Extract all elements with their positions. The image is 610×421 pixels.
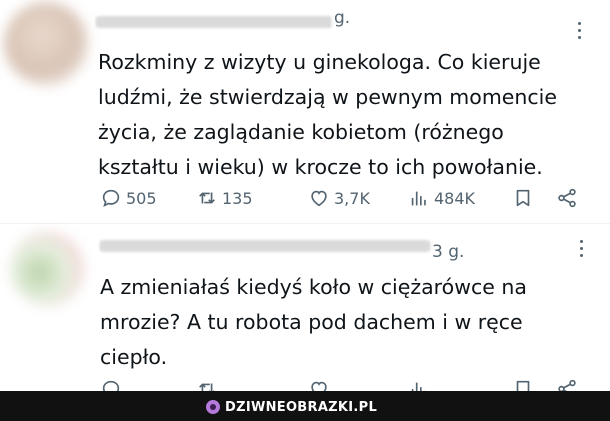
tweet-text: A zmieniałaś kiedyś koło w ciężarówce na… bbox=[100, 275, 527, 369]
analytics-icon bbox=[411, 191, 426, 206]
brand-logo-icon bbox=[206, 400, 220, 414]
tweet[interactable]: 3 g. A zmieniałaś kiedyś koło w ciężarów… bbox=[0, 226, 610, 399]
bookmark-icon bbox=[516, 189, 530, 207]
tweet[interactable]: g. Rozkminy z wizyty u ginekologa. Co ki… bbox=[0, 0, 610, 222]
retweet-count: 135 bbox=[222, 188, 253, 208]
divider bbox=[0, 223, 610, 224]
retweet-icon bbox=[199, 192, 215, 204]
reply-button[interactable]: 505 bbox=[100, 185, 157, 211]
bookmark-button[interactable] bbox=[512, 185, 534, 211]
tweet-actions: 505 135 3,7K 484K bbox=[100, 185, 590, 211]
more-options-icon[interactable] bbox=[578, 22, 582, 42]
heart-icon bbox=[311, 190, 327, 207]
view-count: 484K bbox=[434, 188, 476, 208]
more-options-icon[interactable] bbox=[580, 240, 584, 260]
views-button[interactable]: 484K bbox=[408, 185, 475, 211]
like-count: 3,7K bbox=[334, 188, 370, 208]
watermark-bar: DZIWNEOBRAZKI.PL bbox=[0, 391, 610, 421]
timestamp[interactable]: g. bbox=[334, 8, 350, 28]
reply-count: 505 bbox=[126, 188, 157, 208]
like-button[interactable]: 3,7K bbox=[308, 185, 370, 211]
watermark-text: DZIWNEOBRAZKI.PL bbox=[225, 399, 378, 415]
share-icon bbox=[558, 188, 576, 208]
retweet-button[interactable]: 135 bbox=[196, 185, 253, 211]
reply-icon bbox=[102, 189, 120, 207]
author-name-blurred[interactable] bbox=[100, 240, 430, 252]
timestamp[interactable]: 3 g. bbox=[432, 242, 464, 262]
share-button[interactable] bbox=[556, 185, 578, 211]
tweet-text: Rozkminy z wizyty u ginekologa. Co kieru… bbox=[98, 50, 557, 179]
avatar[interactable] bbox=[4, 2, 88, 86]
avatar[interactable] bbox=[10, 232, 84, 306]
watermark: DZIWNEOBRAZKI.PL bbox=[206, 398, 377, 416]
author-name-blurred[interactable] bbox=[96, 16, 332, 28]
